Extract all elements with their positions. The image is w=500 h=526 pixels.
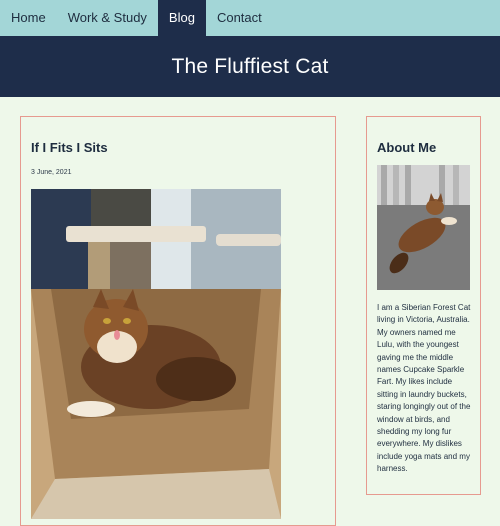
cat-on-carpet-photo [377,165,470,290]
post-date: 3 June, 2021 [31,169,72,176]
nav-home[interactable]: Home [0,0,57,36]
about-description: I am a Siberian Forest Cat living in Vic… [377,303,471,474]
nav-contact[interactable]: Contact [206,0,273,36]
cat-in-box-photo [31,189,281,519]
nav-blog[interactable]: Blog [157,0,206,36]
blog-post-card: If I Fits I Sits 3 June, 2021 [20,116,336,526]
about-title: About Me [377,140,437,155]
site-title: The Fluffiest Cat [171,54,329,78]
top-navigation: Home Work & Study Blog Contact [0,0,500,36]
nav-work-study[interactable]: Work & Study [57,0,158,36]
post-title[interactable]: If I Fits I Sits [31,140,108,155]
about-me-card: About Me I am a Siberian Forest Cat livi… [366,116,481,495]
site-header: The Fluffiest Cat [0,36,500,97]
